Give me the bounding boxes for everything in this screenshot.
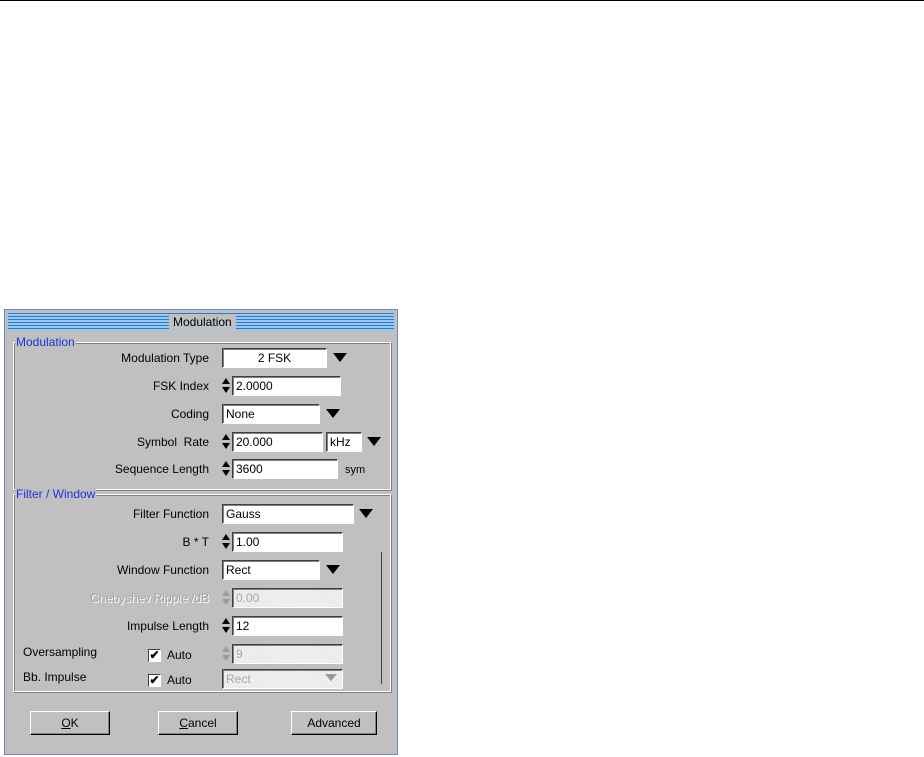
top-border-line bbox=[0, 0, 924, 1]
window-function-dropdown-icon[interactable] bbox=[326, 565, 340, 574]
filter-window-group-label: Filter / Window bbox=[15, 487, 97, 501]
symbol-rate-input[interactable]: 20.000 bbox=[232, 432, 323, 452]
sequence-length-label: Sequence Length bbox=[114, 462, 209, 476]
oversampling-auto-checkbox[interactable]: ✔ bbox=[148, 649, 161, 662]
impulse-length-spin-icon[interactable] bbox=[221, 617, 231, 635]
oversampling-spin-icon bbox=[221, 645, 231, 663]
filter-function-select[interactable]: Gauss bbox=[222, 504, 354, 524]
filter-divider-line bbox=[381, 552, 382, 684]
symbol-rate-label: Symbol Rate bbox=[136, 435, 209, 449]
chebyshev-ripple-label: Chebyshev Ripple /dB bbox=[90, 591, 209, 605]
modulation-dialog: Modulation Modulation Modulation Type 2 … bbox=[4, 309, 398, 755]
symbol-rate-unit-select[interactable]: kHz bbox=[326, 432, 362, 452]
advanced-button[interactable]: Advanced bbox=[291, 711, 377, 735]
chebyshev-ripple-spin-icon bbox=[221, 589, 231, 607]
modulation-group-label: Modulation bbox=[15, 335, 76, 349]
dialog-titlebar[interactable]: Modulation bbox=[8, 313, 394, 331]
window-function-label: Window Function bbox=[116, 563, 209, 577]
bb-impulse-auto-label[interactable]: Auto bbox=[167, 671, 192, 689]
fsk-index-input[interactable]: 2.0000 bbox=[232, 376, 341, 396]
bb-impulse-label: Bb. Impulse bbox=[23, 670, 87, 684]
ok-button[interactable]: OK bbox=[30, 711, 110, 735]
coding-dropdown-icon[interactable] bbox=[326, 409, 340, 418]
bt-input[interactable]: 1.00 bbox=[232, 532, 343, 552]
modulation-type-select[interactable]: 2 FSK bbox=[222, 348, 327, 368]
sequence-length-input[interactable]: 3600 bbox=[232, 459, 338, 479]
bt-spin-icon[interactable] bbox=[221, 533, 231, 551]
bb-impulse-dropdown-icon bbox=[325, 674, 337, 681]
symbol-rate-spin-icon[interactable] bbox=[221, 433, 231, 451]
modulation-type-dropdown-icon[interactable] bbox=[333, 353, 347, 362]
filter-function-dropdown-icon[interactable] bbox=[359, 509, 373, 518]
chebyshev-ripple-input: 0.00 bbox=[232, 588, 343, 608]
window-function-select[interactable]: Rect bbox=[222, 560, 320, 580]
dialog-title: Modulation bbox=[169, 314, 236, 330]
bt-label: B * T bbox=[182, 535, 209, 549]
fsk-index-spin-icon[interactable] bbox=[221, 377, 231, 395]
oversampling-auto-label[interactable]: Auto bbox=[167, 646, 192, 664]
sequence-length-spin-icon[interactable] bbox=[221, 460, 231, 478]
impulse-length-input[interactable]: 12 bbox=[232, 616, 343, 636]
modulation-type-label: Modulation Type bbox=[121, 351, 209, 365]
oversampling-input: 9 bbox=[232, 644, 343, 664]
coding-select[interactable]: None bbox=[222, 404, 320, 424]
sequence-length-unit: sym bbox=[345, 464, 366, 476]
filter-function-label: Filter Function bbox=[132, 507, 209, 521]
cancel-button[interactable]: Cancel bbox=[158, 711, 238, 735]
impulse-length-label: Impulse Length bbox=[126, 619, 209, 633]
oversampling-label: Oversampling bbox=[23, 645, 98, 659]
symbol-rate-unit-dropdown-icon[interactable] bbox=[367, 437, 381, 446]
bb-impulse-auto-checkbox[interactable]: ✔ bbox=[148, 674, 161, 687]
coding-label: Coding bbox=[170, 407, 209, 421]
fsk-index-label: FSK Index bbox=[152, 379, 209, 393]
